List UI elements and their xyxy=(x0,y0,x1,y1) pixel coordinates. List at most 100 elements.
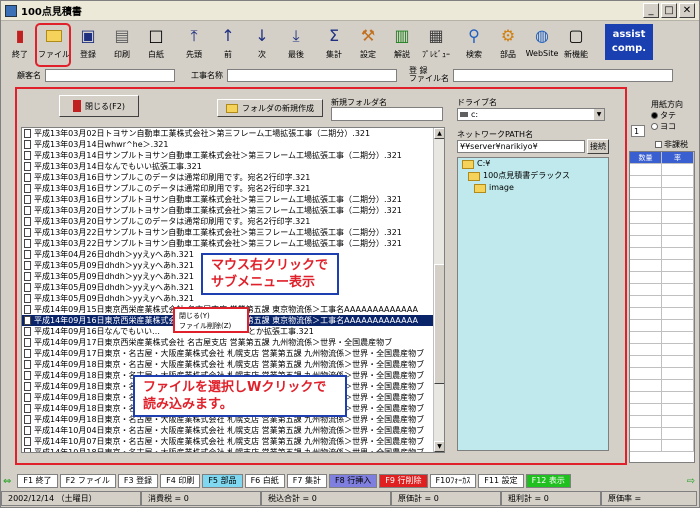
grid-cell[interactable] xyxy=(662,440,694,451)
connect-button[interactable]: 接続 xyxy=(587,139,609,154)
file-list-item[interactable]: 平成13年03月20日サンプルこのデータは通常印刷用です。宛名2行印字.321 xyxy=(22,216,444,227)
grid-cell[interactable] xyxy=(662,284,694,295)
grid-row[interactable] xyxy=(630,212,694,224)
file-list-item[interactable]: 平成14年10月07日東京・名古屋・大阪産業株式会社 札幌支店 営業第五課 九州… xyxy=(22,436,444,447)
parts-button[interactable]: ⚙ 部品 xyxy=(491,23,525,63)
file-list-item[interactable]: 平成13年03月20日サンプルトヨサン自動車工業株式会社＞第三フレーム工場拡張工… xyxy=(22,205,444,216)
minimize-button[interactable]: _ xyxy=(643,3,659,18)
grid-cell[interactable] xyxy=(630,272,662,283)
grid-cell[interactable] xyxy=(662,236,694,247)
grid-row[interactable] xyxy=(630,164,694,176)
grid-cell[interactable] xyxy=(662,320,694,331)
drive-select[interactable]: c: ▼ xyxy=(457,108,605,121)
grid-cell[interactable] xyxy=(630,236,662,247)
new-features-button[interactable]: ▢ 新機能 xyxy=(559,23,593,63)
grid-cell[interactable] xyxy=(662,344,694,355)
website-button[interactable]: ◍ WebSite xyxy=(525,23,559,63)
grid-cell[interactable] xyxy=(630,308,662,319)
grid-row[interactable] xyxy=(630,272,694,284)
grid-row[interactable] xyxy=(630,404,694,416)
file-list-item[interactable]: 平成13年03月22日サンプルトヨサン自動車工業株式会社＞第三フレーム工場拡張工… xyxy=(22,238,444,249)
new-folder-button[interactable]: フォルダの新規作成 xyxy=(217,99,323,117)
register-button[interactable]: ▣ 登録 xyxy=(71,23,105,63)
tree-item-image[interactable]: image xyxy=(458,182,608,194)
grid-cell[interactable] xyxy=(662,356,694,367)
grid-row[interactable] xyxy=(630,224,694,236)
grid-cell[interactable] xyxy=(662,164,694,175)
grid-row[interactable] xyxy=(630,380,694,392)
function-key-f10[interactable]: F10ﾌｫｰｶｽ xyxy=(429,474,477,488)
file-list-item[interactable]: 平成14年09月18日東京・名古屋・大阪産業株式会社 札幌支店 営業第五課 九州… xyxy=(22,359,444,370)
total-button[interactable]: Σ 集計 xyxy=(317,23,351,63)
prev-button[interactable]: ↑ 前 xyxy=(211,23,245,63)
radio-landscape[interactable]: ヨコ xyxy=(651,121,683,132)
filename-field[interactable] xyxy=(453,68,673,82)
file-list-item[interactable]: 平成13年03月16日サンプルトヨサン自動車工業株式会社＞第三フレーム工場拡張工… xyxy=(22,194,444,205)
grid-cell[interactable] xyxy=(630,164,662,175)
grid-cell[interactable] xyxy=(662,332,694,343)
grid-row[interactable] xyxy=(630,320,694,332)
function-key-f9[interactable]: F9 行削除 xyxy=(379,474,428,488)
grid-row[interactable] xyxy=(630,176,694,188)
grid-cell[interactable] xyxy=(630,248,662,259)
grid-cell[interactable] xyxy=(630,392,662,403)
grid-cell[interactable] xyxy=(630,428,662,439)
function-key-f4[interactable]: F4 印刷 xyxy=(160,474,201,488)
file-list-item[interactable]: 平成13年03月16日サンプルこのデータは通常印刷用です。宛名2行印字.321 xyxy=(22,183,444,194)
blank-button[interactable]: □ 白紙 xyxy=(139,23,173,63)
grid-cell[interactable] xyxy=(630,332,662,343)
file-list-item[interactable]: 平成14年10月04日東京・名古屋・大阪産業株式会社 札幌支店 営業第五課 九州… xyxy=(22,425,444,436)
grid-row[interactable] xyxy=(630,416,694,428)
grid-cell[interactable] xyxy=(630,368,662,379)
new-folder-input[interactable] xyxy=(331,107,443,121)
grid-row[interactable] xyxy=(630,440,694,452)
grid-row[interactable] xyxy=(630,236,694,248)
grid-row[interactable] xyxy=(630,248,694,260)
page-number-field[interactable]: 1 xyxy=(631,125,645,137)
grid-row[interactable] xyxy=(630,428,694,440)
grid-cell[interactable] xyxy=(630,176,662,187)
grid-cell[interactable] xyxy=(662,224,694,235)
grid-row[interactable] xyxy=(630,392,694,404)
grid-cell[interactable] xyxy=(662,272,694,283)
dialog-close-button[interactable]: 閉じる(F2) xyxy=(59,95,139,117)
grid-cell[interactable] xyxy=(662,368,694,379)
function-key-f7[interactable]: F7 集計 xyxy=(286,474,328,488)
grid-row[interactable] xyxy=(630,356,694,368)
function-key-f3[interactable]: F3 登録 xyxy=(117,474,159,488)
grid-row[interactable] xyxy=(630,296,694,308)
grid-cell[interactable] xyxy=(630,380,662,391)
grid-cell[interactable] xyxy=(662,392,694,403)
tree-item-root[interactable]: C:¥ xyxy=(458,158,608,170)
function-key-f11[interactable]: F11 設定 xyxy=(478,474,524,488)
scroll-thumb[interactable] xyxy=(434,264,444,384)
maximize-button[interactable]: □ xyxy=(661,3,677,18)
function-key-f5[interactable]: F5 部品 xyxy=(202,474,243,488)
exit-button[interactable]: ▮ 終了 xyxy=(3,23,37,63)
file-list-item[interactable]: 平成13年03月14日whwr^he＞.321 xyxy=(22,139,444,150)
grid-cell[interactable] xyxy=(630,260,662,271)
print-button[interactable]: ▤ 印刷 xyxy=(105,23,139,63)
context-menu-close[interactable]: 閉じる(Y) xyxy=(179,311,243,321)
function-key-f2[interactable]: F2 ファイル xyxy=(59,474,116,488)
grid-cell[interactable] xyxy=(630,416,662,427)
first-button[interactable]: ⤒ 先頭 xyxy=(177,23,211,63)
nontax-checkbox[interactable]: 非課税 xyxy=(655,139,688,150)
search-button[interactable]: ⚲ 検索 xyxy=(457,23,491,63)
grid-cell[interactable] xyxy=(630,320,662,331)
file-list-item[interactable]: 平成13年03月02日トヨサン自動車工業株式会社＞第三フレーム工場拡張工事（二期… xyxy=(22,128,444,139)
function-key-f6[interactable]: F6 白紙 xyxy=(244,474,285,488)
grid-cell[interactable] xyxy=(630,284,662,295)
close-button[interactable]: ✕ xyxy=(679,3,695,18)
grid-cell[interactable] xyxy=(630,212,662,223)
grid-cell[interactable] xyxy=(662,260,694,271)
grid-cell[interactable] xyxy=(630,440,662,451)
preview-button[interactable]: ▦ ﾌﾟﾚﾋﾞｭｰ xyxy=(419,23,453,63)
grid-cell[interactable] xyxy=(662,200,694,211)
grid-cell[interactable] xyxy=(662,380,694,391)
grid-cell[interactable] xyxy=(662,404,694,415)
grid-row[interactable] xyxy=(630,284,694,296)
grid-row[interactable] xyxy=(630,332,694,344)
grid-cell[interactable] xyxy=(630,344,662,355)
grid-cell[interactable] xyxy=(630,188,662,199)
